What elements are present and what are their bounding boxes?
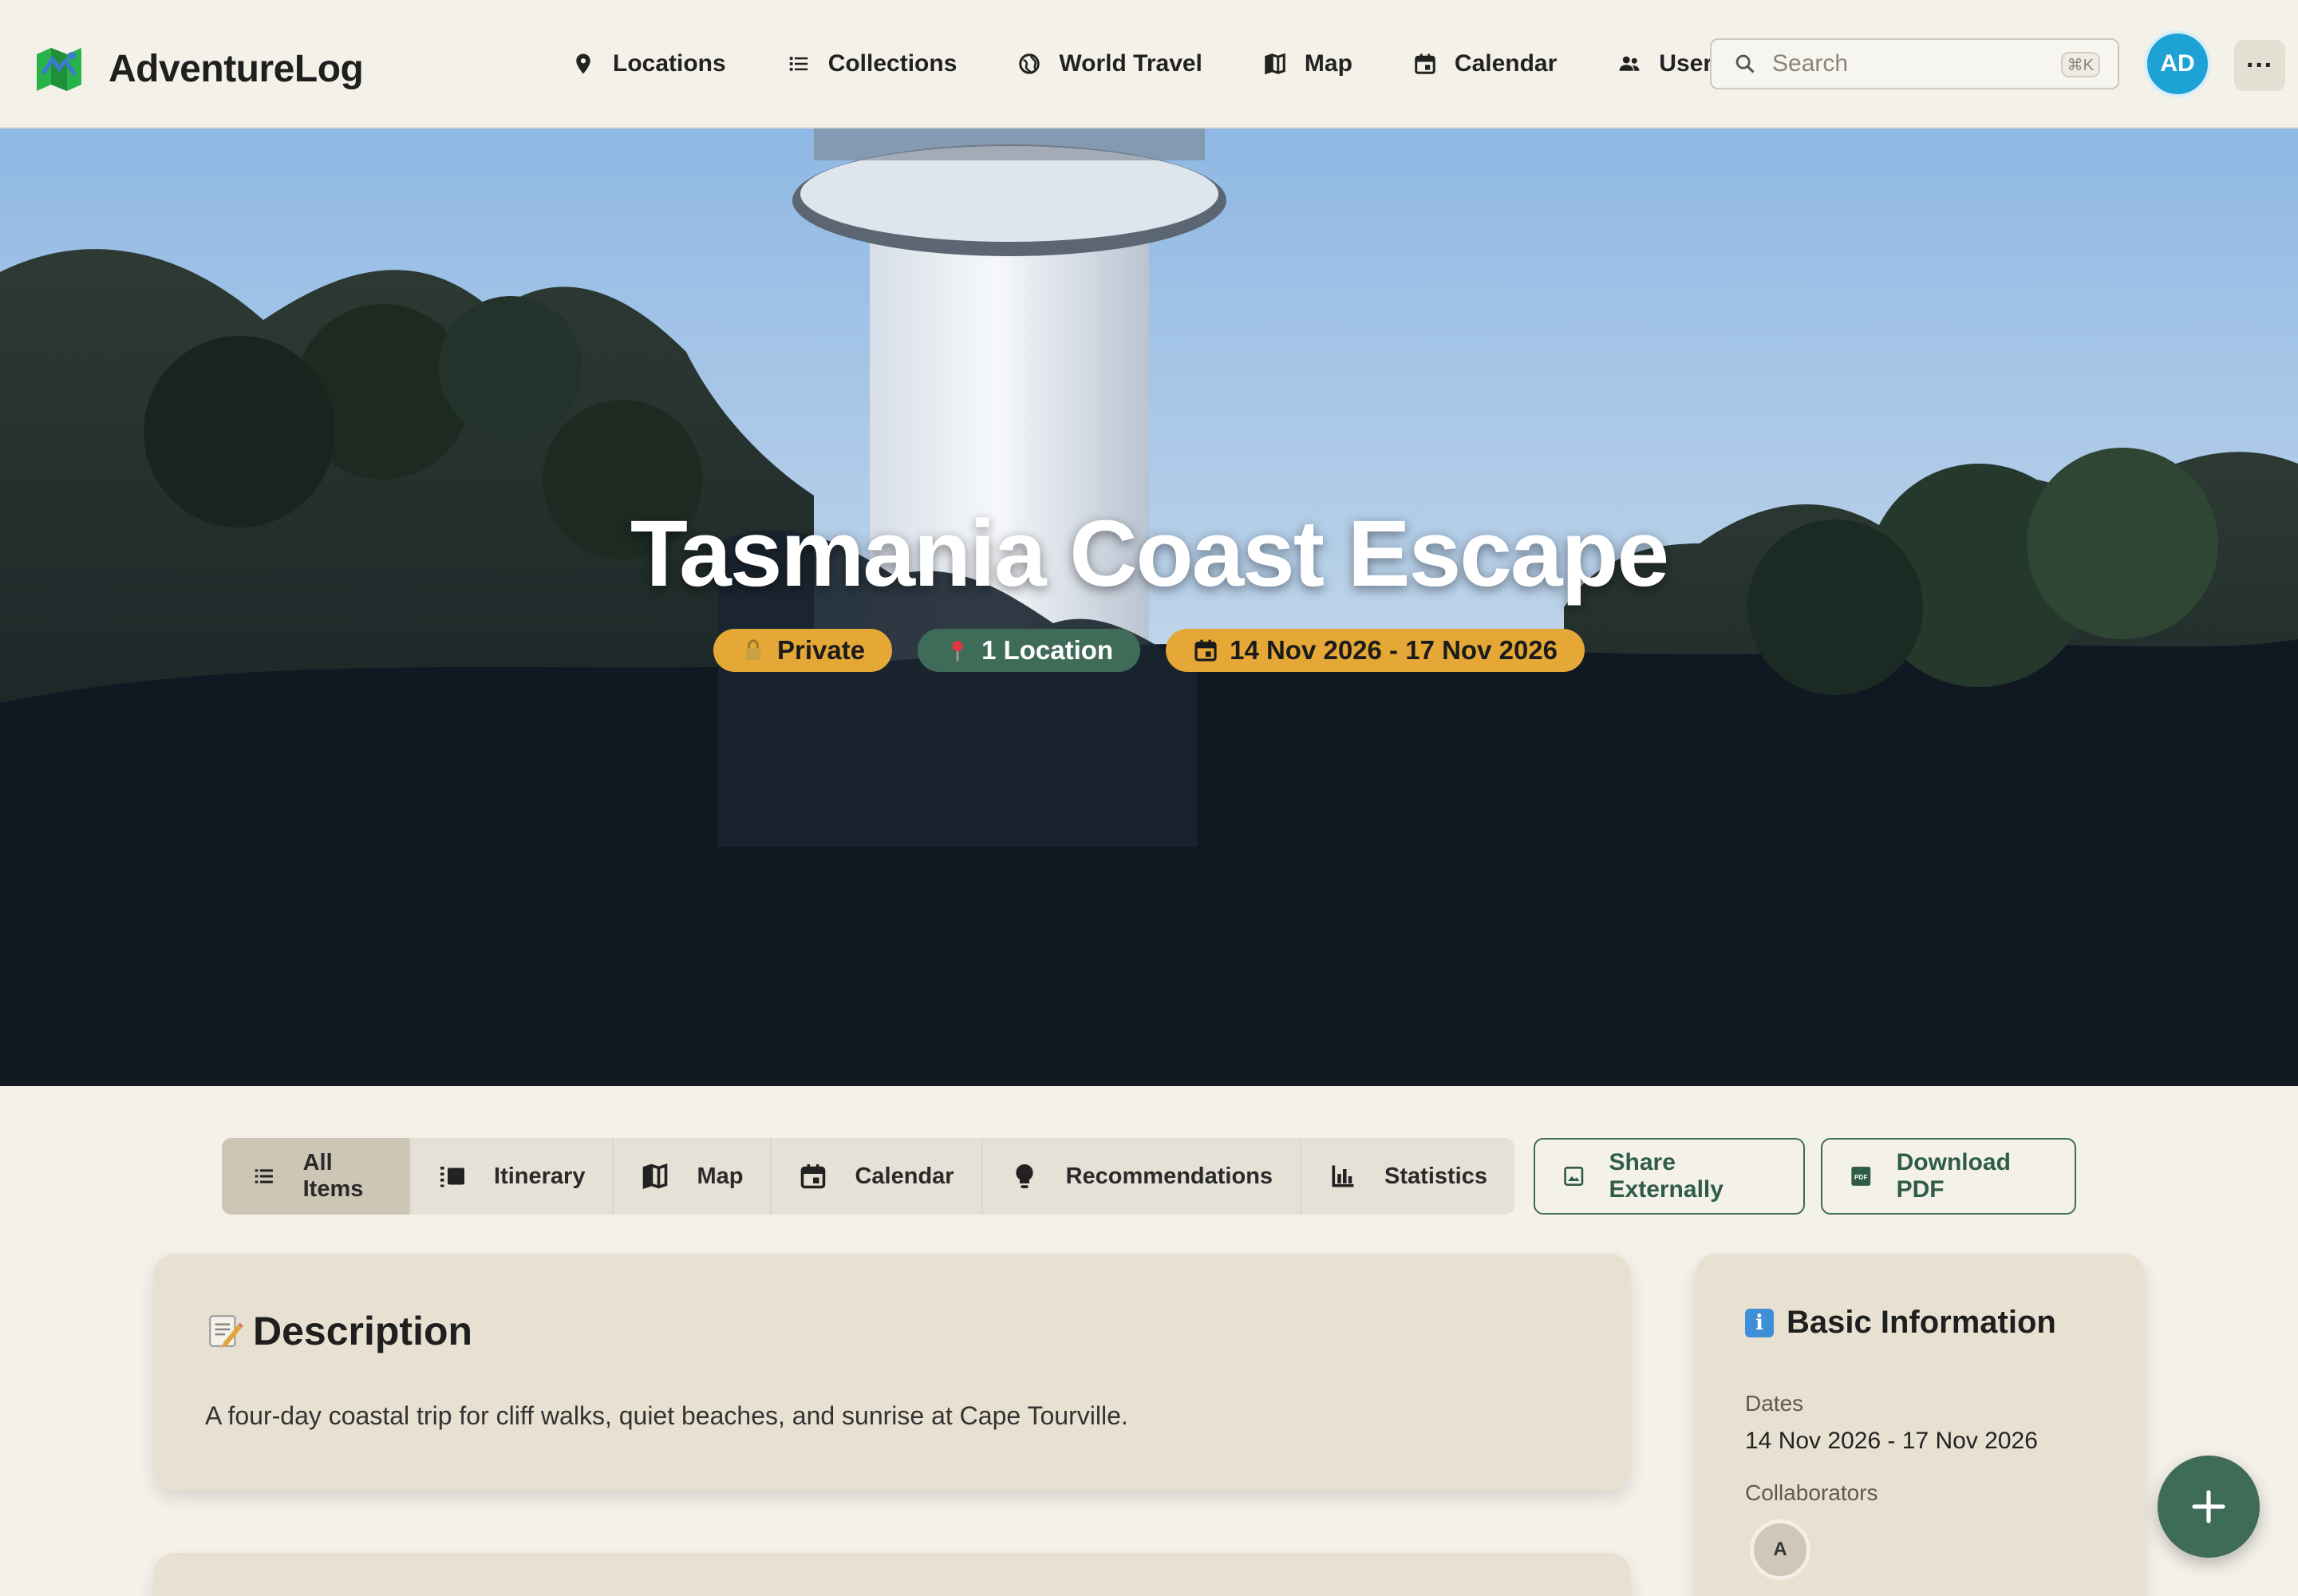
list-icon (789, 57, 807, 71)
basic-information-card: i Basic Information Dates 14 Nov 2026 - … (1696, 1254, 2145, 1596)
description-heading: Description (205, 1308, 472, 1354)
location-count-badge: 1 Location (918, 629, 1141, 672)
date-range-label: 14 Nov 2026 - 17 Nov 2026 (1230, 635, 1558, 665)
calendar-icon (1415, 53, 1435, 74)
red-pin-icon (952, 641, 963, 662)
itinerary-icon (440, 1167, 465, 1187)
tab-label: Itinerary (494, 1163, 586, 1189)
search-box[interactable]: ⌘K (1710, 38, 2119, 89)
tab-all-items[interactable]: All Items (222, 1138, 412, 1215)
lightbulb-icon (1015, 1163, 1033, 1188)
basic-info-title: Basic Information (1787, 1305, 2056, 1340)
collection-title: Tasmania Coast Escape (630, 501, 1669, 606)
tab-label: Calendar (855, 1163, 954, 1189)
tab-label: Map (697, 1163, 744, 1189)
share-externally-button[interactable]: Share Externally (1534, 1138, 1805, 1215)
description-card: Description A four-day coastal trip for … (154, 1254, 1630, 1490)
pdf-icon: PDF (1851, 1167, 1871, 1186)
calendar-icon (1194, 639, 1217, 662)
add-item-fab[interactable] (2158, 1456, 2260, 1558)
list-icon (255, 1169, 273, 1183)
more-menu-button[interactable]: ··· (2234, 40, 2285, 91)
tab-label: Recommendations (1065, 1163, 1273, 1189)
nav-label: Collections (827, 50, 958, 77)
tab-statistics[interactable]: Statistics (1301, 1138, 1514, 1215)
top-navbar: AdventureLog Locations Collections World… (0, 0, 2298, 128)
globe-icon (1019, 53, 1040, 74)
dates-value: 14 Nov 2026 - 17 Nov 2026 (1745, 1428, 2038, 1454)
pdf-label: Download PDF (1896, 1149, 2011, 1203)
search-icon (1735, 54, 1755, 73)
calendar-icon (801, 1164, 826, 1189)
tab-calendar[interactable]: Calendar (772, 1138, 983, 1215)
map-icon (643, 1163, 668, 1189)
memo-icon (209, 1315, 243, 1348)
nav-world-travel[interactable]: World Travel (1017, 45, 1202, 83)
privacy-badge: Private (713, 629, 893, 672)
bar-chart-icon (1332, 1165, 1354, 1187)
map-icon (1265, 53, 1285, 75)
nav-calendar[interactable]: Calendar (1413, 45, 1557, 83)
tab-itinerary[interactable]: Itinerary (411, 1138, 614, 1215)
adventurelog-logo-icon (37, 48, 81, 91)
nav-label: Calendar (1454, 50, 1558, 77)
tab-label: Statistics (1384, 1163, 1487, 1189)
search-shortcut-hint: ⌘K (2060, 52, 2100, 77)
svg-text:PDF: PDF (1854, 1173, 1868, 1181)
search-input[interactable] (1772, 50, 2043, 77)
nav-label: World Travel (1059, 50, 1202, 77)
app-name: AdventureLog (109, 47, 364, 90)
download-pdf-button[interactable]: PDF Download PDF (1821, 1138, 2076, 1215)
nav-map[interactable]: Map (1263, 45, 1352, 83)
tab-recommendations[interactable]: Recommendations (983, 1138, 1302, 1215)
lock-icon (745, 639, 761, 660)
tab-map[interactable]: Map (614, 1138, 772, 1215)
nav-locations[interactable]: Locations (571, 45, 726, 83)
privacy-label: Private (776, 635, 866, 665)
basic-info-heading: i Basic Information (1745, 1305, 2056, 1341)
plus-icon (2192, 1490, 2225, 1523)
date-range-badge: 14 Nov 2026 - 17 Nov 2026 (1166, 629, 1585, 672)
users-icon (1619, 56, 1640, 71)
nav-label: Map (1304, 50, 1352, 77)
tab-label: All Items (302, 1150, 364, 1202)
collection-hero: Tasmania Coast Escape Private 1 Location… (0, 128, 2298, 1086)
collaborators-label: Collaborators (1745, 1480, 1878, 1505)
dates-label: Dates (1745, 1391, 1804, 1416)
user-avatar[interactable]: AD (2144, 30, 2211, 97)
nav-label: Locations (613, 50, 726, 77)
collaborator-avatar[interactable]: A (1750, 1519, 1810, 1580)
hero-badges: Private 1 Location 14 Nov 2026 - 17 Nov … (0, 629, 2298, 672)
info-icon: i (1745, 1308, 1774, 1337)
share-label: Share Externally (1609, 1149, 1724, 1203)
collection-view-tabs: All Items Itinerary Map Calendar Recomme… (222, 1138, 1514, 1215)
description-title: Description (253, 1309, 473, 1353)
image-icon (1564, 1166, 1584, 1187)
location-count-label: 1 Location (981, 635, 1114, 665)
main-nav: Locations Collections World Travel Map C… (571, 45, 1787, 83)
description-text: A four-day coastal trip for cliff walks,… (205, 1401, 1128, 1430)
next-section-card (154, 1553, 1630, 1596)
nav-collections[interactable]: Collections (787, 45, 958, 83)
pin-icon (576, 53, 590, 74)
brand[interactable]: AdventureLog (32, 41, 364, 96)
